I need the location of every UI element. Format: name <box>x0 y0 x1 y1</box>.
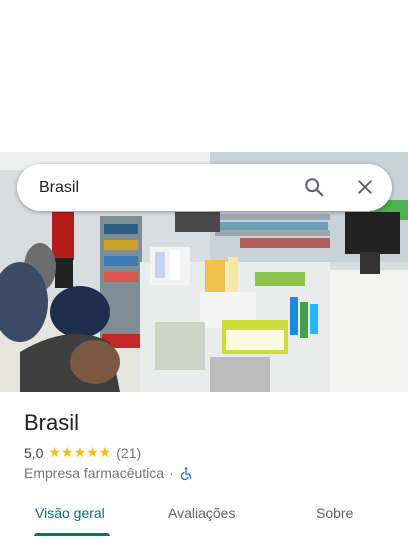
category-row: Empresa farmacêutica · <box>24 465 193 481</box>
star-rating-icon: ★★★★★ <box>48 444 112 460</box>
review-count: (21) <box>116 444 142 461</box>
tab-about[interactable]: Sobre <box>316 496 353 536</box>
search-bar[interactable]: Brasil <box>17 164 392 211</box>
place-category: Empresa farmacêutica <box>24 465 165 481</box>
tab-reviews[interactable]: Avaliações <box>168 496 235 536</box>
search-button[interactable] <box>299 172 329 202</box>
wheelchair-accessible-icon <box>180 466 192 480</box>
clear-search-button[interactable] <box>350 172 380 202</box>
search-input[interactable]: Brasil <box>39 164 79 211</box>
rating-row[interactable]: 5,0 ★★★★★ (21) <box>24 444 141 461</box>
active-tab-indicator <box>34 533 110 536</box>
close-icon <box>358 180 372 194</box>
map-area-blank <box>0 0 408 152</box>
separator-dot: · <box>169 465 174 481</box>
tab-overview[interactable]: Visão geral <box>35 496 105 536</box>
search-icon <box>305 178 324 197</box>
rating-value: 5,0 <box>24 444 44 461</box>
place-title: Brasil <box>24 410 80 435</box>
place-tabs: Visão geral Avaliações Sobre <box>0 496 408 544</box>
